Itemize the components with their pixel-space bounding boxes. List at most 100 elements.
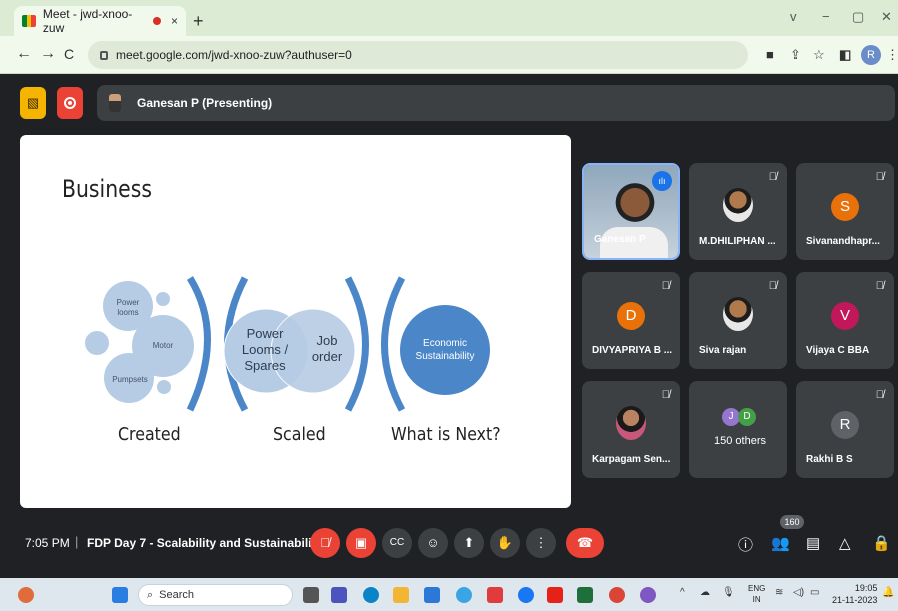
profile-avatar[interactable]: R: [861, 45, 881, 65]
participant-name: DIVYAPRIYA B ...: [592, 345, 673, 356]
label-created: Created: [118, 424, 181, 445]
presenter-avatar: [109, 94, 121, 112]
windows-taskbar: ⌕ Search ^ ☁ 🎙 ENG IN ≋ ◁) ▭ 19:05 21-11…: [0, 578, 898, 611]
reload-button[interactable]: C: [64, 46, 74, 62]
dell-app-icon[interactable]: [640, 587, 656, 603]
taskbar-clock[interactable]: 19:05 21-11-2023: [832, 582, 877, 606]
participant-tile[interactable]: 🎙̸ D DIVYAPRIYA B ...: [582, 272, 680, 369]
close-window-button[interactable]: ✕: [881, 9, 892, 25]
youtube-icon[interactable]: [547, 587, 563, 603]
calendar-app-icon[interactable]: [577, 587, 593, 603]
meeting-time: 7:05 PM: [25, 536, 70, 550]
battery-icon[interactable]: ▭: [810, 587, 819, 598]
more-options-button[interactable]: ⋮: [526, 528, 556, 558]
circle-power-looms-label: Power Looms / Spares: [241, 326, 289, 373]
tray-chevron-icon[interactable]: ^: [680, 587, 685, 598]
tab-close-button[interactable]: ×: [171, 14, 178, 28]
people-icon[interactable]: 👥: [771, 534, 790, 552]
participant-tile[interactable]: 🎙̸ R Rakhi B S: [796, 381, 894, 478]
address-bar[interactable]: meet.google.com/jwd-xnoo-zuw?authuser=0: [88, 41, 748, 69]
activities-icon[interactable]: ▧: [20, 87, 46, 119]
tab-search-icon[interactable]: v: [790, 9, 797, 24]
slide-diagram: [85, 276, 490, 412]
restore-button[interactable]: ▢: [852, 9, 864, 25]
mic-off-icon: 🎙̸: [661, 389, 670, 401]
facebook-icon[interactable]: [518, 587, 534, 603]
mic-off-icon: 🎙̸: [768, 171, 777, 183]
others-tile[interactable]: J D 150 others: [689, 381, 787, 478]
participant-avatar: D: [617, 302, 645, 330]
forward-button[interactable]: →: [40, 45, 56, 63]
mic-off-button[interactable]: 🎙̸: [310, 528, 340, 558]
camera-off-button[interactable]: ▣: [346, 528, 376, 558]
camera-indicator-icon[interactable]: ■: [766, 47, 774, 62]
teams-icon[interactable]: [331, 587, 347, 603]
others-avatar: D: [738, 408, 756, 426]
bubble-small-1: [156, 292, 170, 306]
others-count-label: 150 others: [714, 435, 766, 447]
app-icon[interactable]: [456, 587, 472, 603]
meet-top-strip: ▧ Ganesan P (Presenting): [20, 85, 895, 121]
presentation-slide: Business Power looms Motor Pumpsets Powe…: [20, 135, 571, 508]
tab-title: Meet - jwd-xnoo-zuw: [42, 7, 133, 35]
back-button[interactable]: ←: [16, 45, 32, 63]
edge-icon[interactable]: [363, 587, 379, 603]
chrome-icon[interactable]: [609, 587, 625, 603]
participant-avatar: [723, 297, 753, 331]
bubble-power-looms-label: Power looms: [116, 298, 140, 317]
participant-tile[interactable]: 🎙̸ S Sivanandhapr...: [796, 163, 894, 260]
wifi-icon[interactable]: ≋: [775, 587, 783, 598]
participant-tile[interactable]: ılı Ganesan P: [582, 163, 680, 260]
participant-avatar: [723, 188, 753, 222]
participant-tile[interactable]: 🎙̸ Siva rajan: [689, 272, 787, 369]
recording-icon[interactable]: [57, 87, 83, 119]
bookmark-star-icon[interactable]: ☆: [813, 47, 825, 63]
participant-avatar: S: [831, 193, 859, 221]
participant-tile[interactable]: 🎙̸ M.DHILIPHAN ...: [689, 163, 787, 260]
host-controls-icon[interactable]: 🔒: [872, 534, 891, 552]
notification-bell-icon[interactable]: 🔔: [882, 587, 894, 598]
taskbar-search[interactable]: ⌕ Search: [138, 584, 293, 606]
minimize-button[interactable]: −: [822, 9, 830, 24]
mic-tray-icon[interactable]: 🎙: [722, 587, 735, 598]
captions-button[interactable]: CC: [382, 528, 412, 558]
bubble-small-2: [85, 331, 109, 355]
antivirus-icon[interactable]: [487, 587, 503, 603]
store-icon[interactable]: [424, 587, 440, 603]
participant-tile[interactable]: 🎙̸ Karpagam Sen...: [582, 381, 680, 478]
cloud-icon[interactable]: ☁: [700, 587, 710, 598]
start-button-icon[interactable]: [112, 587, 128, 603]
leave-call-button[interactable]: ☎: [566, 528, 604, 558]
search-icon: ⌕: [147, 588, 154, 601]
raise-hand-button[interactable]: ✋: [490, 528, 520, 558]
clock-date: 21-11-2023: [832, 595, 878, 605]
mic-off-icon: 🎙̸: [875, 171, 884, 183]
emoji-button[interactable]: ☺: [418, 528, 448, 558]
mic-off-icon: 🎙̸: [875, 280, 884, 292]
file-explorer-icon[interactable]: [393, 587, 409, 603]
bubble-small-3: [157, 380, 171, 394]
language-code: ENG: [748, 584, 766, 593]
more-menu-icon[interactable]: ⋮: [886, 47, 898, 63]
new-tab-button[interactable]: +: [193, 11, 204, 32]
volume-icon[interactable]: ◁): [793, 587, 804, 598]
share-icon[interactable]: ⇪: [790, 47, 801, 63]
meeting-info-icon[interactable]: ⓘ: [738, 534, 753, 555]
side-panel-icon[interactable]: ◧: [839, 47, 851, 63]
participant-name: Ganesan P: [594, 234, 646, 245]
chat-icon[interactable]: ▤: [806, 534, 820, 552]
meet-control-bar: 7:05 PM | FDP Day 7 - Scalability and Su…: [0, 520, 898, 570]
participant-tile[interactable]: 🎙̸ V Vijaya C BBA: [796, 272, 894, 369]
notification-app-icon[interactable]: [18, 587, 34, 603]
activities-button-icon[interactable]: △: [839, 534, 851, 552]
task-view-icon[interactable]: [303, 587, 319, 603]
browser-tab-meet[interactable]: Meet - jwd-xnoo-zuw ×: [14, 6, 186, 36]
browser-toolbar: ← → C meet.google.com/jwd-xnoo-zuw?authu…: [0, 36, 898, 74]
present-button[interactable]: ⬆: [454, 528, 484, 558]
language-indicator[interactable]: ENG IN: [748, 583, 765, 605]
participant-avatar: V: [831, 302, 859, 330]
circle-economic-label: Economic Sustainability: [415, 338, 475, 362]
participant-avatar: R: [831, 411, 859, 439]
language-region: IN: [752, 595, 761, 604]
mic-off-icon: 🎙̸: [661, 280, 670, 292]
